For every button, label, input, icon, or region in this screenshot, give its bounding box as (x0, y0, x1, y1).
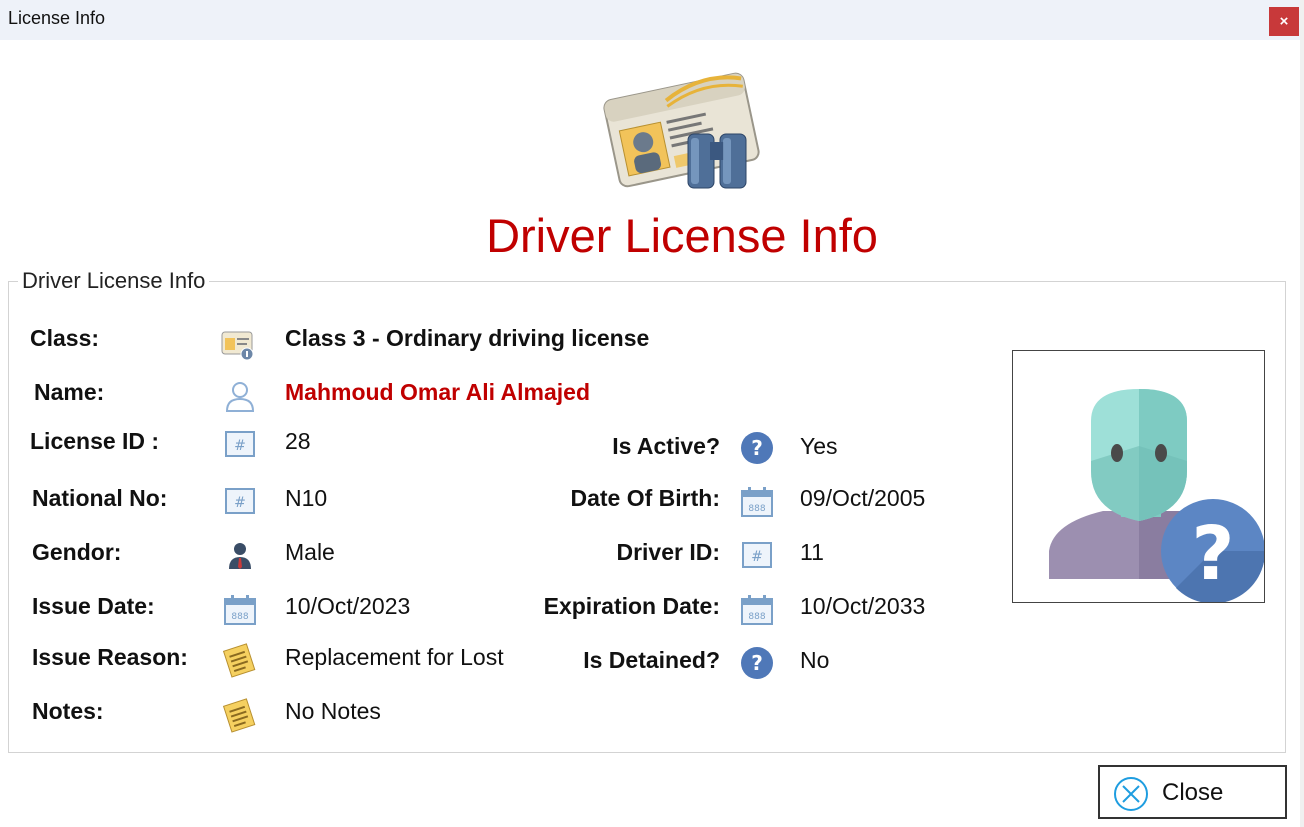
calendar-icon: 888 (741, 487, 773, 517)
national-no-value: N10 (285, 485, 328, 511)
male-person-icon (229, 543, 251, 569)
svg-text:#: # (751, 549, 763, 565)
svg-text:888: 888 (231, 612, 248, 622)
name-label: Name: (34, 379, 105, 405)
close-button-label: Close (1162, 779, 1224, 806)
gender-value: Male (285, 539, 335, 565)
is-active-label: Is Active? (612, 433, 720, 459)
notes-label: Notes: (32, 698, 104, 724)
driver-id-label: Driver ID: (616, 539, 720, 565)
license-id-label: License ID : (30, 428, 160, 454)
is-active-value: Yes (800, 433, 838, 459)
is-detained-label: Is Detained? (583, 647, 720, 673)
groupbox-title: Driver License Info (18, 268, 210, 294)
close-button[interactable]: Close (1098, 765, 1287, 819)
svg-text:?: ? (1192, 511, 1235, 597)
driver-photo: ? (1012, 350, 1265, 603)
svg-text:#: # (234, 438, 246, 454)
is-detained-value: No (800, 647, 830, 673)
notes-value: No Notes (285, 698, 381, 724)
date-of-birth-value: 09/Oct/2005 (800, 485, 926, 511)
page-title: Driver License Info (486, 209, 878, 262)
national-no-label: National No: (32, 485, 168, 511)
class-label: Class: (30, 325, 100, 351)
close-circle-icon (1114, 777, 1148, 811)
issue-date-label: Issue Date: (32, 593, 155, 619)
svg-text:?: ? (751, 436, 763, 460)
license-binoculars-icon (603, 72, 760, 189)
window-close-button[interactable]: × (1269, 7, 1299, 36)
notepad-icon (222, 698, 256, 733)
id-number-icon: # (225, 488, 255, 514)
window-title: License Info (8, 8, 106, 28)
id-number-icon: # (742, 542, 772, 568)
svg-text:888: 888 (748, 612, 765, 622)
license-card-icon (221, 331, 254, 361)
svg-text:888: 888 (748, 504, 765, 514)
class-value: Class 3 - Ordinary driving license (285, 325, 650, 351)
issue-date-value: 10/Oct/2023 (285, 593, 411, 619)
driver-id-value: 11 (800, 539, 824, 565)
date-of-birth-label: Date Of Birth: (570, 485, 721, 511)
expiration-date-label: Expiration Date: (543, 593, 720, 619)
expiration-date-value: 10/Oct/2033 (800, 593, 926, 619)
question-icon: ? (741, 432, 773, 464)
name-value: Mahmoud Omar Ali Almajed (285, 379, 591, 405)
person-outline-icon (225, 382, 255, 412)
title-bar: License Info × (0, 0, 1300, 40)
svg-text:?: ? (751, 651, 763, 675)
license-id-value: 28 (285, 428, 311, 454)
id-number-icon: # (225, 431, 255, 457)
calendar-icon: 888 (741, 595, 773, 625)
window-edge (1300, 0, 1304, 827)
gender-label: Gendor: (32, 539, 122, 565)
calendar-icon: 888 (224, 595, 256, 625)
issue-reason-label: Issue Reason: (32, 644, 188, 670)
notepad-icon (222, 643, 256, 678)
svg-text:#: # (234, 495, 246, 511)
unknown-person-icon: ? (1049, 389, 1264, 602)
question-icon: ? (741, 647, 773, 679)
